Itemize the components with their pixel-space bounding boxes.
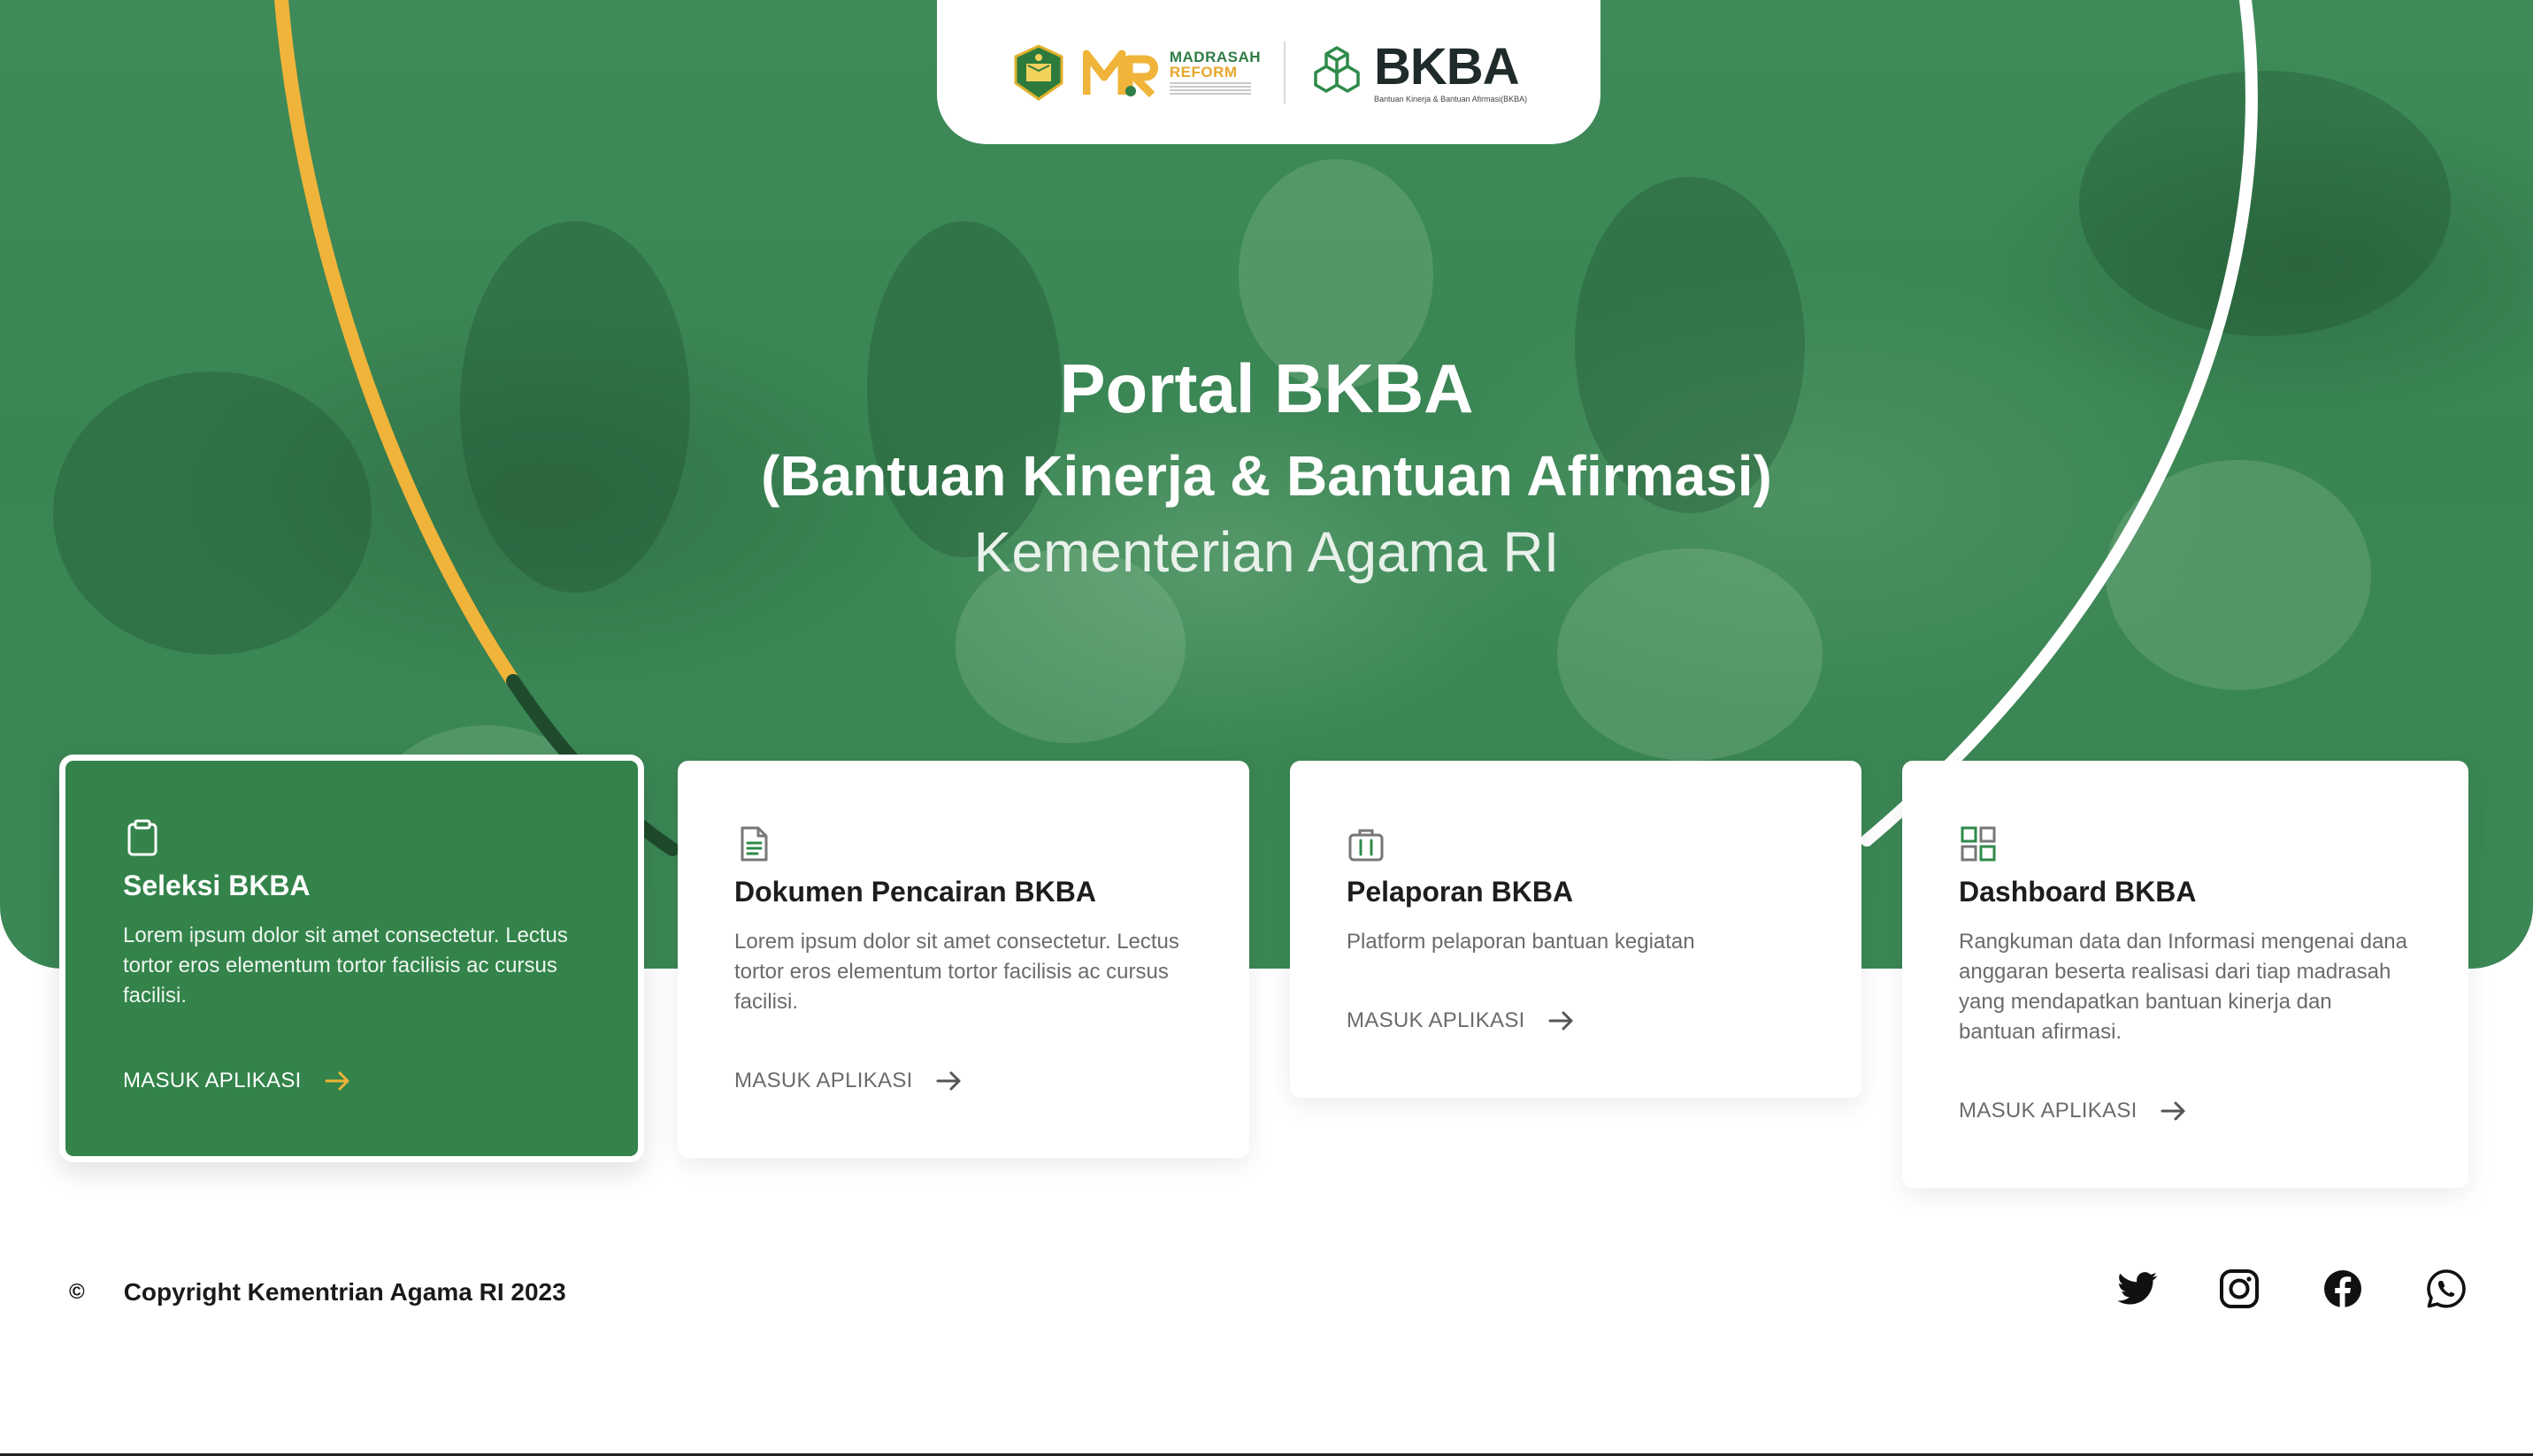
link-label: MASUK APLIKASI (1347, 1008, 1525, 1032)
reform-label: REFORM (1169, 64, 1238, 80)
copyright: © Copyright Kementrian Agama RI 2023 (69, 1278, 566, 1307)
card-title: Pelaporan BKBA (1347, 876, 1574, 908)
card-dashboard-bkba[interactable]: Dashboard BKBA Rangkuman data dan Inform… (1902, 761, 2468, 1188)
page-title: Portal BKBA (1059, 349, 1474, 427)
masuk-aplikasi-link[interactable]: MASUK APLIKASI (1959, 1099, 2187, 1123)
bkba-cubes-icon (1314, 45, 1360, 93)
madrasah-label: MADRASAH (1169, 49, 1262, 65)
arrow-right-icon (2161, 1101, 2185, 1121)
mr-monogram-icon (1082, 50, 1158, 97)
card-seleksi-bkba[interactable]: Seleksi BKBA Lorem ipsum dolor sit amet … (59, 755, 644, 1162)
dashboard-grid-icon (1961, 826, 1996, 862)
logo-divider (1284, 41, 1286, 103)
logo-fine-print (1169, 82, 1251, 95)
copyright-text: Copyright Kementrian Agama RI 2023 (123, 1278, 566, 1306)
card-description: Lorem ipsum dolor sit amet consectetur. … (123, 923, 568, 1008)
card-dokumen-pencairan[interactable]: Dokumen Pencairan BKBA Lorem ipsum dolor… (678, 761, 1249, 1158)
card-description: Platform pelaporan bantuan kegiatan (1347, 930, 1695, 954)
bkba-wordmark: BKBA (1374, 37, 1520, 96)
copyright-icon: © (69, 1280, 85, 1304)
organization-name: Kementerian Agama RI (973, 520, 1560, 584)
arrow-right-icon (936, 1071, 961, 1091)
bkba-tagline: Bantuan Kinerja & Bantuan Afirmasi(BKBA) (1374, 94, 1528, 103)
masuk-aplikasi-link[interactable]: MASUK APLIKASI (734, 1069, 963, 1093)
whatsapp-icon[interactable] (2424, 1267, 2468, 1311)
hero-title-block: Portal BKBA (Bantuan Kinerja & Bantuan A… (0, 354, 2533, 580)
twitter-icon[interactable] (2116, 1267, 2161, 1311)
card-description: Rangkuman data dan Informasi mengenai da… (1959, 930, 2407, 1044)
link-label: MASUK APLIKASI (734, 1069, 913, 1092)
link-label: MASUK APLIKASI (1959, 1099, 2138, 1123)
arrow-right-icon (325, 1071, 349, 1091)
card-pelaporan-bkba[interactable]: Pelaporan BKBA Platform pelaporan bantua… (1290, 761, 1861, 1098)
document-icon (741, 826, 768, 862)
masuk-aplikasi-link[interactable]: MASUK APLIKASI (1347, 1008, 1575, 1033)
logo-header: MADRASAH REFORM BKBA Bantuan Kinerja & B… (937, 0, 1600, 144)
bkba-logo: BKBA Bantuan Kinerja & Bantuan Afirmasi(… (1309, 37, 1528, 103)
madrasah-reform-logo: MADRASAH REFORM (1082, 47, 1262, 98)
arrow-right-icon (1548, 1011, 1573, 1031)
instagram-icon[interactable] (2217, 1267, 2261, 1311)
kemenag-emblem-icon (1014, 43, 1063, 101)
page-subtitle: (Bantuan Kinerja & Bantuan Afirmasi) (761, 444, 1772, 508)
link-label: MASUK APLIKASI (123, 1069, 302, 1092)
card-title: Dashboard BKBA (1959, 876, 2197, 908)
card-title: Dokumen Pencairan BKBA (734, 876, 1096, 908)
card-description: Lorem ipsum dolor sit amet consectetur. … (734, 930, 1179, 1014)
card-title: Seleksi BKBA (123, 870, 311, 901)
masuk-aplikasi-link[interactable]: MASUK APLIKASI (123, 1069, 351, 1093)
clipboard-icon (127, 819, 157, 856)
facebook-icon[interactable] (2321, 1267, 2365, 1311)
briefcase-icon (1348, 829, 1384, 862)
